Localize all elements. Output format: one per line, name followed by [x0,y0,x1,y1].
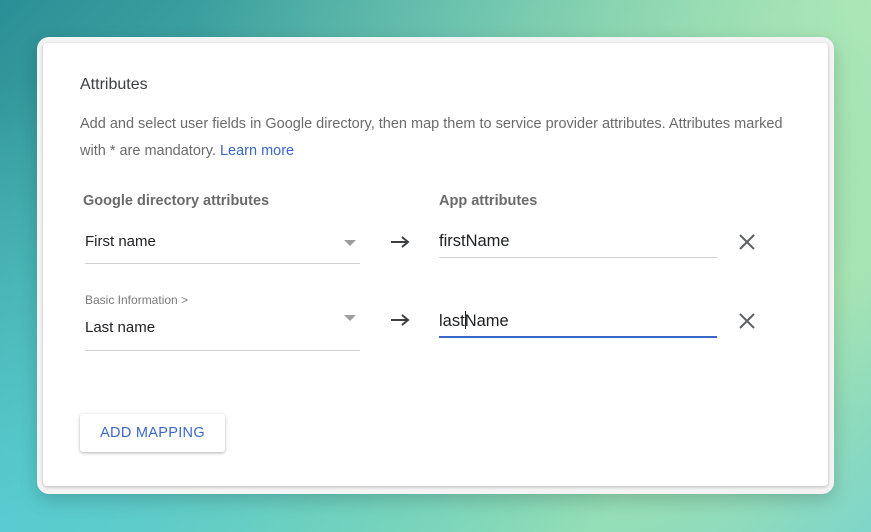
directory-attribute-value: Last name [85,319,156,336]
directory-attribute-value: First name [85,233,156,250]
app-attribute-input-1[interactable]: firstName [439,232,717,258]
dropdown-caret-icon [344,315,356,321]
close-icon[interactable] [738,233,756,251]
app-attribute-input-2[interactable]: lastName [439,311,717,338]
section-description: Add and select user fields in Google dir… [80,111,790,165]
outer-card: Attributes Add and select user fields in… [37,37,834,494]
app-attribute-value-after-cursor: Name [464,312,509,330]
arrow-right-icon [391,236,410,248]
close-icon[interactable] [738,312,756,330]
add-mapping-button[interactable]: ADD MAPPING [80,414,225,452]
attribute-category: Basic Information > [85,293,189,307]
app-attribute-value-before-cursor: last [439,312,465,330]
app-attribute-value: firstName [439,232,510,250]
column-header-app: App attributes [439,193,538,209]
directory-attribute-select-1[interactable]: First name [85,229,360,264]
attributes-panel: Attributes Add and select user fields in… [43,43,828,486]
column-header-directory: Google directory attributes [83,193,270,209]
section-title: Attributes [80,76,148,93]
dropdown-caret-icon [344,240,356,246]
description-text: Add and select user fields in Google dir… [80,116,783,159]
learn-more-link[interactable]: Learn more [220,143,294,159]
arrow-right-icon [391,314,410,326]
directory-attribute-select-2[interactable]: Basic Information > Last name [85,293,360,351]
